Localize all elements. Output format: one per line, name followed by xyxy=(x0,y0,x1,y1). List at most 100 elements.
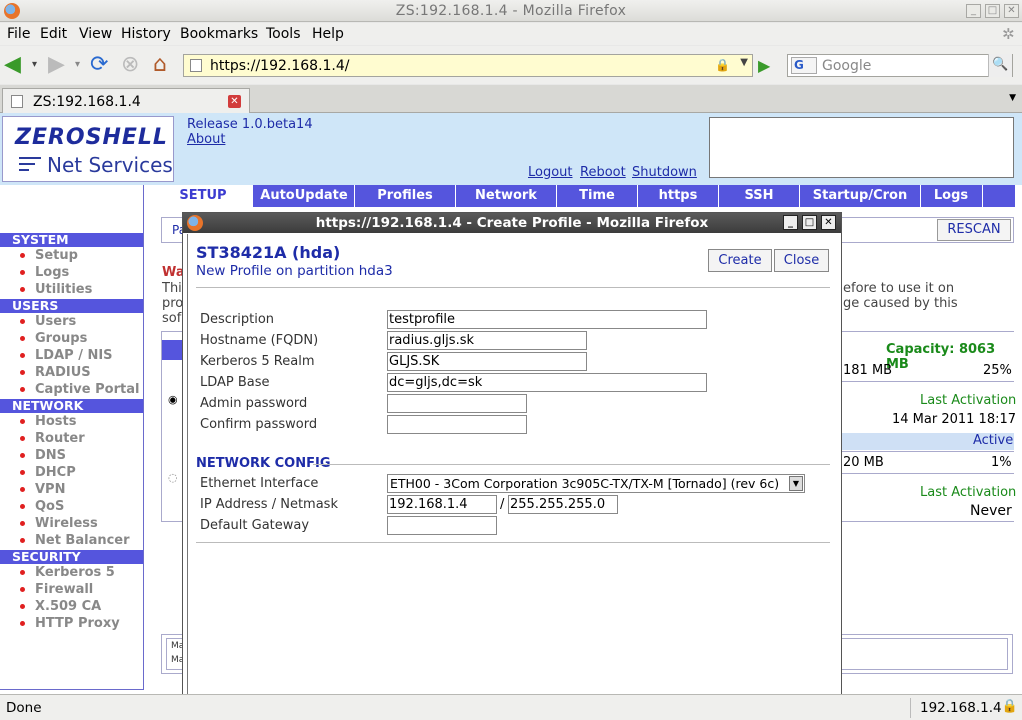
sidebar-item-groups[interactable]: Groups xyxy=(35,331,87,346)
gateway-input[interactable] xyxy=(387,516,497,535)
warning-text-2: pro xyxy=(162,296,184,311)
close-button[interactable]: Close xyxy=(774,249,829,272)
tab-autoupdate[interactable]: AutoUpdate xyxy=(254,188,354,203)
popup-close-icon[interactable]: ✕ xyxy=(821,215,836,230)
sidebar-item-kerberos[interactable]: Kerberos 5 xyxy=(35,565,115,580)
profile1-last-activation-label: Last Activation xyxy=(920,393,1017,408)
shutdown-link[interactable]: Shutdown xyxy=(632,165,697,180)
admin-password-input[interactable] xyxy=(387,394,527,413)
tab-setup[interactable]: SETUP xyxy=(153,185,253,207)
sidebar-item-wireless[interactable]: Wireless xyxy=(35,516,98,531)
back-history-icon[interactable]: ▾ xyxy=(32,52,37,78)
url-bar[interactable]: https://192.168.1.4/ 🔒 ▼ xyxy=(183,54,753,77)
stop-icon[interactable]: ⊗ xyxy=(121,52,139,78)
hostname-input[interactable]: radius.gljs.sk xyxy=(387,331,587,350)
profile-radio-1[interactable]: ◉ xyxy=(168,393,178,406)
maximize-icon[interactable]: □ xyxy=(985,4,1000,18)
sidebar-item-x509-ca[interactable]: X.509 CA xyxy=(35,599,101,614)
description-input[interactable]: testprofile xyxy=(387,310,707,329)
forward-icon[interactable]: ▶ xyxy=(48,52,65,78)
search-engine-icon[interactable]: G xyxy=(791,57,817,74)
netmask-input[interactable]: 255.255.255.0 xyxy=(508,495,618,514)
sidebar-item-dns[interactable]: DNS xyxy=(35,448,66,463)
status-text: Done xyxy=(6,700,42,716)
sidebar-section-security: SECURITY xyxy=(0,550,143,564)
logo-text-bottom: Net Services xyxy=(47,153,173,177)
menu-view[interactable]: View xyxy=(79,26,112,42)
bullet-icon xyxy=(20,621,25,626)
home-icon[interactable]: ⌂ xyxy=(153,52,167,78)
sidebar-item-qos[interactable]: QoS xyxy=(35,499,64,514)
search-input[interactable]: G Google 🔍 xyxy=(787,54,1013,77)
menu-history[interactable]: History xyxy=(121,26,171,42)
sidebar-item-hosts[interactable]: Hosts xyxy=(35,414,77,429)
tab-logs[interactable]: Logs xyxy=(921,188,981,203)
sidebar-item-vpn[interactable]: VPN xyxy=(35,482,65,497)
ip-address-input[interactable]: 192.168.1.4 xyxy=(387,495,497,514)
page-header: ZEROSHELL Net Services Release 1.0.beta1… xyxy=(0,113,1022,185)
sidebar-item-http-proxy[interactable]: HTTP Proxy xyxy=(35,616,120,631)
forward-history-icon[interactable]: ▾ xyxy=(75,52,80,78)
ldap-base-input[interactable]: dc=gljs,dc=sk xyxy=(387,373,707,392)
menu-edit[interactable]: Edit xyxy=(40,26,67,42)
tab-list-icon[interactable]: ▼ xyxy=(1009,93,1016,103)
tab-time[interactable]: Time xyxy=(557,188,637,203)
popup-maximize-icon[interactable]: □ xyxy=(802,215,817,230)
sidebar-item-utilities[interactable]: Utilities xyxy=(35,282,92,297)
popup-minimize-icon[interactable]: _ xyxy=(783,215,798,230)
bullet-icon xyxy=(20,487,25,492)
lock-icon[interactable]: 🔒 xyxy=(1002,699,1018,714)
profile-radio-2[interactable]: ◌ xyxy=(168,471,178,484)
menu-tools[interactable]: Tools xyxy=(266,26,301,42)
menu-file[interactable]: File xyxy=(7,26,30,42)
search-icon[interactable]: 🔍 xyxy=(988,54,1012,77)
tab-profiles[interactable]: Profiles xyxy=(355,188,455,203)
menu-help[interactable]: Help xyxy=(312,26,344,42)
sidebar-item-ldap-nis[interactable]: LDAP / NIS xyxy=(35,348,113,363)
menu-bookmarks[interactable]: Bookmarks xyxy=(180,26,258,42)
divider xyxy=(840,381,1014,382)
sidebar-item-setup[interactable]: Setup xyxy=(35,248,78,263)
sidebar-item-users[interactable]: Users xyxy=(35,314,76,329)
sidebar-item-router[interactable]: Router xyxy=(35,431,85,446)
confirm-password-input[interactable] xyxy=(387,415,527,434)
tab-zeroshell[interactable]: ZS:192.168.1.4 ✕ xyxy=(2,88,250,114)
bullet-icon xyxy=(20,604,25,609)
tab-network[interactable]: Network xyxy=(456,188,556,203)
popup-titlebar: https://192.168.1.4 - Create Profile - M… xyxy=(183,213,841,233)
create-button[interactable]: Create xyxy=(708,249,772,272)
partition-subheading: New Profile on partition hda3 xyxy=(196,263,393,279)
sidebar-item-firewall[interactable]: Firewall xyxy=(35,582,93,597)
window-titlebar: ZS:192.168.1.4 - Mozilla Firefox _ □ ✕ xyxy=(0,0,1022,22)
tab-close-icon[interactable]: ✕ xyxy=(228,95,241,108)
logout-link[interactable]: Logout xyxy=(528,165,573,180)
sidebar-item-net-balancer[interactable]: Net Balancer xyxy=(35,533,130,548)
bullet-icon xyxy=(20,504,25,509)
minimize-icon[interactable]: _ xyxy=(966,4,981,18)
reload-icon[interactable]: ⟳ xyxy=(90,52,108,78)
reboot-link[interactable]: Reboot xyxy=(580,165,626,180)
close-icon[interactable]: ✕ xyxy=(1004,4,1019,18)
sidebar-item-captive-portal[interactable]: Captive Portal xyxy=(35,382,139,397)
sidebar-item-radius[interactable]: RADIUS xyxy=(35,365,91,380)
rescan-button[interactable]: RESCAN xyxy=(937,219,1011,241)
about-link[interactable]: About xyxy=(187,132,225,147)
go-icon[interactable]: ▶ xyxy=(758,56,770,75)
sidebar-section-system: SYSTEM xyxy=(0,233,143,247)
tab-ssh[interactable]: SSH xyxy=(719,188,799,203)
url-dropdown-icon[interactable]: ▼ xyxy=(740,57,748,68)
realm-input[interactable]: GLJS.SK xyxy=(387,352,587,371)
status-divider xyxy=(910,698,911,718)
back-icon[interactable]: ◀ xyxy=(4,52,21,78)
sidebar-item-logs[interactable]: Logs xyxy=(35,265,69,280)
tab-https[interactable]: https xyxy=(638,188,718,203)
ethernet-select[interactable]: ETH00 - 3Com Corporation 3c905C-TX/TX-M … xyxy=(387,474,805,493)
divider xyxy=(840,451,1014,452)
top-navigation: SETUP AutoUpdate Profiles Network Time h… xyxy=(153,185,1015,207)
chevron-down-icon[interactable]: ▼ xyxy=(789,476,803,491)
lock-icon[interactable]: 🔒 xyxy=(715,58,730,72)
sidebar-item-dhcp[interactable]: DHCP xyxy=(35,465,76,480)
tab-startup-cron[interactable]: Startup/Cron xyxy=(800,188,920,203)
window-title: ZS:192.168.1.4 - Mozilla Firefox xyxy=(395,3,627,19)
ldap-base-label: LDAP Base xyxy=(200,375,270,390)
